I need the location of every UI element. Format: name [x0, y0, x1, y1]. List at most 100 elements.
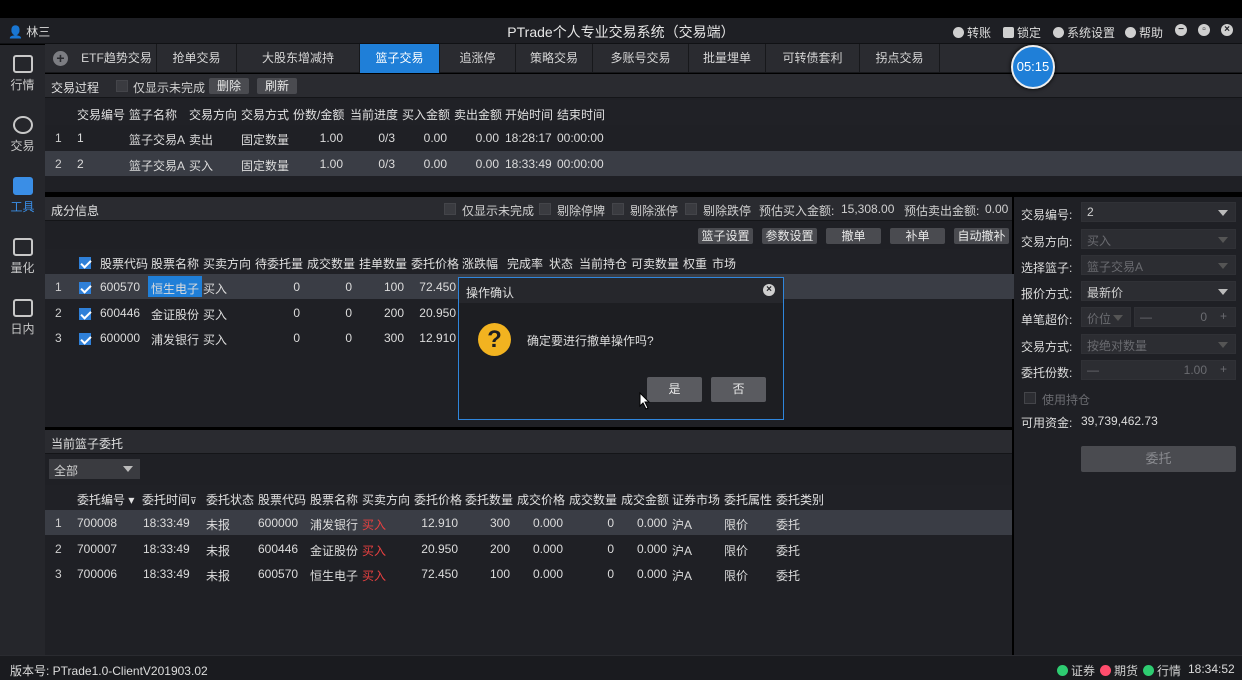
close-button[interactable]: ×	[1221, 24, 1233, 36]
table-row-selected[interactable]: 1 700008 18:33:49 未报 600000 浦发银行 买入 12.9…	[45, 510, 1012, 535]
col-header[interactable]: 结束时间	[557, 106, 605, 123]
maximize-button[interactable]: ▫	[1198, 24, 1210, 36]
tab-grab[interactable]: 抢单交易	[157, 44, 237, 73]
refresh-button[interactable]: 刷新	[257, 78, 297, 94]
plus-icon[interactable]: +	[1220, 362, 1227, 376]
row-checkbox[interactable]	[79, 281, 91, 294]
trade-mode-select[interactable]: 按绝对数量	[1081, 334, 1236, 354]
col-header[interactable]: 当前持仓	[579, 255, 627, 272]
basket-select[interactable]: 篮子交易A	[1081, 255, 1236, 275]
col-header[interactable]: 卖出金额	[454, 106, 502, 123]
transfer-button[interactable]: 转账	[953, 24, 991, 41]
tab-inflection[interactable]: 拐点交易	[860, 44, 940, 73]
col-header[interactable]: 委托状态	[206, 491, 254, 508]
shares-stepper[interactable]: — 1.00 +	[1081, 360, 1236, 380]
col-header[interactable]: 份数/金额	[293, 106, 344, 123]
param-settings-button[interactable]: 参数设置	[762, 228, 817, 244]
auto-cancel-reorder-button[interactable]: 自动撤补	[954, 228, 1009, 244]
col-header[interactable]: 买入金额	[402, 106, 450, 123]
table-row[interactable]: 3 700006 18:33:49 未报 600570 恒生电子 买入 72.4…	[45, 561, 1012, 586]
cancel-order-button[interactable]: 撤单	[826, 228, 881, 244]
minimize-button[interactable]: −	[1175, 24, 1187, 36]
col-header[interactable]: 待委托量	[255, 255, 303, 272]
tab-shareholder[interactable]: 大股东增减持	[237, 44, 360, 73]
submit-order-button[interactable]: 委托	[1081, 446, 1236, 472]
col-header[interactable]: 开始时间	[505, 106, 553, 123]
exclude-suspended-checkbox[interactable]	[539, 203, 551, 215]
add-tab-icon[interactable]: +	[53, 51, 68, 66]
sidebar-item-quant[interactable]: 量化	[0, 232, 45, 290]
col-header[interactable]: 股票代码	[258, 491, 306, 508]
reorder-button[interactable]: 补单	[890, 228, 945, 244]
col-header[interactable]: 成交价格	[517, 491, 565, 508]
col-header[interactable]: 挂单数量	[359, 255, 407, 272]
overprice-stepper[interactable]: — 0 +	[1134, 307, 1236, 327]
col-header[interactable]: 状态	[549, 255, 573, 272]
delete-button[interactable]: 删除	[209, 78, 249, 94]
col-header[interactable]: 委托属性	[724, 491, 772, 508]
col-header[interactable]: 买卖方向	[203, 255, 251, 272]
trade-no-select[interactable]: 2	[1081, 202, 1236, 222]
help-button[interactable]: 帮助	[1125, 24, 1163, 41]
exclude-limitdown-checkbox[interactable]	[685, 203, 697, 215]
lock-button[interactable]: 锁定	[1003, 24, 1041, 41]
col-header[interactable]: 当前进度	[350, 106, 398, 123]
plus-icon[interactable]: +	[1220, 309, 1227, 323]
col-header[interactable]: 委托价格	[414, 491, 462, 508]
col-header[interactable]: 交易编号	[77, 106, 125, 123]
settings-button[interactable]: 系统设置	[1053, 24, 1115, 41]
col-header[interactable]: 委托编号 ▾	[77, 491, 134, 508]
tab-strategy[interactable]: 策略交易	[516, 44, 593, 73]
col-header[interactable]: 股票名称	[151, 255, 199, 272]
direction-select[interactable]: 买入	[1081, 229, 1236, 249]
table-row-selected[interactable]: 2 2 篮子交易A 买入 固定数量 1.00 0/3 0.00 0.00 18:…	[45, 151, 1242, 176]
row-checkbox[interactable]	[79, 307, 91, 320]
col-header[interactable]: 证券市场	[672, 491, 720, 508]
tab-limitup[interactable]: 追涨停	[440, 44, 516, 73]
table-row[interactable]: 1 1 篮子交易A 卖出 固定数量 1.00 0/3 0.00 0.00 18:…	[45, 125, 1242, 150]
col-header[interactable]: 涨跌幅	[462, 255, 498, 272]
no-button[interactable]: 否	[711, 377, 766, 402]
minus-icon[interactable]: —	[1087, 363, 1099, 377]
price-mode-select[interactable]: 最新价	[1081, 281, 1236, 301]
tab-etf[interactable]: ETF趋势交易	[77, 44, 157, 73]
col-header[interactable]: 篮子名称	[129, 106, 177, 123]
minus-icon[interactable]: —	[1140, 310, 1152, 324]
col-header[interactable]: 买卖方向	[362, 491, 410, 508]
sidebar-item-market[interactable]: 行情	[0, 49, 45, 107]
table-row[interactable]: 2 700007 18:33:49 未报 600446 金证股份 买入 20.9…	[45, 536, 1012, 561]
select-all-checkbox[interactable]	[79, 256, 91, 269]
col-header[interactable]: 委托时间⊽	[142, 491, 197, 508]
sidebar-item-trade[interactable]: 交易	[0, 110, 45, 168]
row-checkbox[interactable]	[79, 332, 91, 345]
col-header[interactable]: 委托价格	[411, 255, 459, 272]
col-header[interactable]: 交易方向	[189, 106, 237, 123]
col-header[interactable]: 成交金额	[621, 491, 669, 508]
col-header[interactable]: 委托数量	[465, 491, 513, 508]
overprice-unit-select[interactable]: 价位	[1081, 307, 1131, 327]
tab-multiaccount[interactable]: 多账号交易	[593, 44, 689, 73]
col-header[interactable]: 股票代码	[100, 255, 148, 272]
use-position-checkbox[interactable]	[1024, 392, 1036, 404]
col-header[interactable]: 交易方式	[241, 106, 289, 123]
tab-batch[interactable]: 批量埋单	[689, 44, 766, 73]
only-unfinished-checkbox[interactable]	[444, 203, 456, 215]
only-unfinished-checkbox[interactable]	[116, 80, 128, 92]
tab-basket[interactable]: 篮子交易	[360, 44, 440, 73]
col-header[interactable]: 完成率	[507, 255, 543, 272]
col-header[interactable]: 成交数量	[307, 255, 355, 272]
close-icon[interactable]: ×	[763, 284, 775, 296]
col-header[interactable]: 市场	[712, 255, 736, 272]
basket-settings-button[interactable]: 篮子设置	[698, 228, 753, 244]
tab-convertible[interactable]: 可转债套利	[766, 44, 860, 73]
yes-button[interactable]: 是	[647, 377, 702, 402]
col-header[interactable]: 成交数量	[569, 491, 617, 508]
col-header[interactable]: 委托类别	[776, 491, 824, 508]
col-header[interactable]: 可卖数量	[631, 255, 679, 272]
sidebar-item-intraday[interactable]: 日内	[0, 293, 45, 351]
col-header[interactable]: 权重	[683, 255, 707, 272]
sidebar-item-tools[interactable]: 工具	[0, 171, 45, 229]
col-header[interactable]: 股票名称	[310, 491, 358, 508]
orders-filter-select[interactable]: 全部	[49, 459, 140, 479]
exclude-limitup-checkbox[interactable]	[612, 203, 624, 215]
